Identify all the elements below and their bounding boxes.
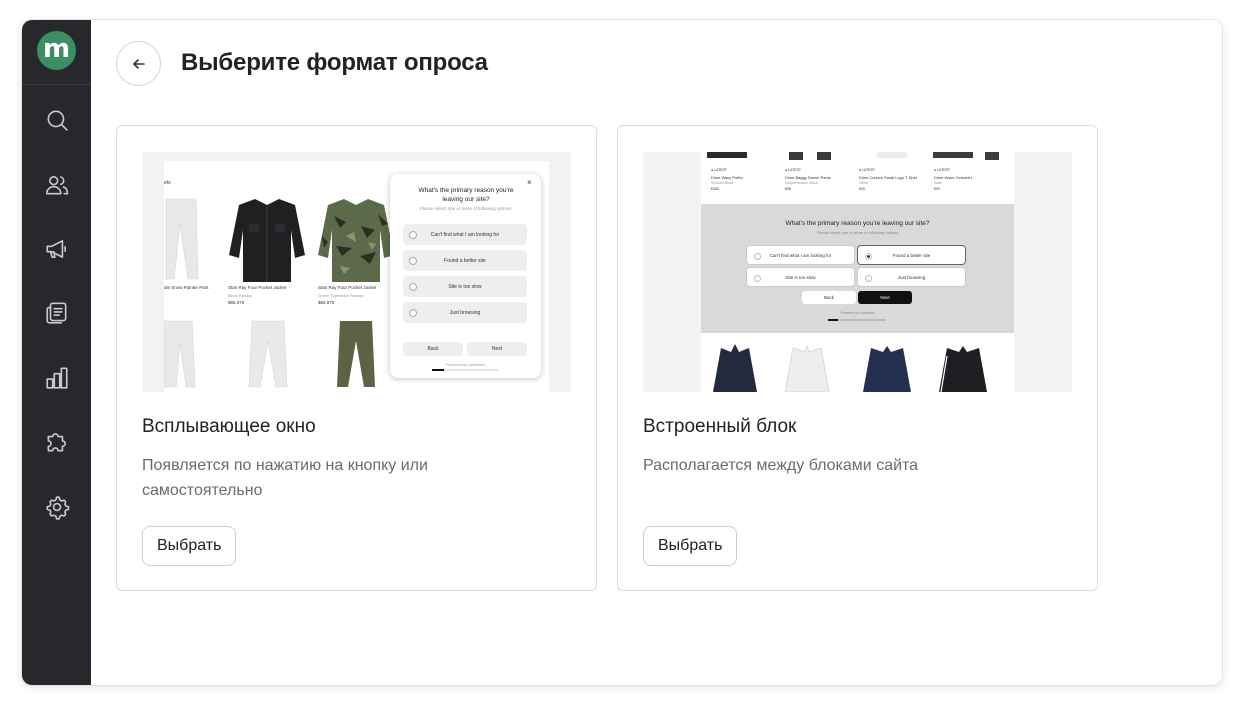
- preview-progress: [828, 319, 886, 321]
- preview-question: What's the primary reason you're leaving…: [418, 187, 514, 203]
- preview-text: €92: [934, 187, 940, 191]
- main-content: Выберите формат опроса ets ale Snow Pain…: [91, 20, 1222, 685]
- preview-popup-modal: × What's the primary reason you're leavi…: [390, 174, 541, 378]
- preview-powered: Powered by Unisdbox: [446, 362, 485, 367]
- card-title: Всплывающее окно: [142, 416, 316, 437]
- preview-text: Dime Baggy Denim Pants: [785, 175, 831, 180]
- preview-text: €265: [711, 187, 719, 191]
- preview-text: White: [859, 181, 868, 185]
- pants-image: [164, 320, 196, 388]
- preview-option: Can't find what I am looking for: [403, 224, 527, 245]
- card-description: Располагается между блоками сайта: [643, 457, 919, 474]
- preview-text: Stan Ray Four Pocket Jacket: [318, 285, 377, 290]
- preview-option: Found a better site: [857, 245, 966, 265]
- preview-progress: [432, 369, 498, 371]
- back-button[interactable]: [116, 41, 161, 86]
- preview-text: Stan Ray Four Pocket Jacket: [228, 285, 287, 290]
- preview-text: €98: [785, 187, 791, 191]
- app-logo[interactable]: m: [37, 31, 76, 70]
- close-icon: ×: [527, 178, 532, 187]
- users-icon[interactable]: [41, 169, 73, 201]
- preview-text: ● LATEST: [785, 168, 802, 172]
- card-description: Появляется по нажатию на кнопку или само…: [142, 457, 428, 499]
- preview-text: €39: [859, 187, 865, 191]
- preview-text: Smoked Black: [711, 181, 734, 185]
- preview-embedded-block: What's the primary reason you're leaving…: [701, 204, 1014, 333]
- preview-text: Indigo/medium Wash: [785, 181, 818, 185]
- arrow-left-icon: [132, 58, 145, 69]
- preview-next-button: Next: [858, 291, 912, 304]
- preview-option: Can't find what I am looking for: [746, 245, 855, 265]
- preview-question: What's the primary reason you're leaving…: [785, 220, 930, 227]
- sidebar-divider: [22, 84, 91, 85]
- preview-text: $65,075: [318, 300, 335, 305]
- black-jacket-image: [229, 199, 305, 282]
- preview-text: ● LATEST: [934, 168, 951, 172]
- select-embedded-button[interactable]: Выбрать: [643, 526, 738, 566]
- app-window: m Выберите формат опроса ets ale Snow Pa…: [22, 20, 1222, 685]
- olive-pants-image: [337, 321, 375, 387]
- preview-text: ets: [164, 180, 171, 186]
- preview-option: Just browsing: [857, 267, 966, 287]
- integrations-icon[interactable]: [41, 426, 73, 458]
- preview-back-button: Back: [802, 291, 856, 304]
- megaphone-icon[interactable]: [41, 233, 73, 265]
- preview-subtitle: Please select one or more of following o…: [816, 230, 899, 235]
- preview-text: Dime Wave Overshirt: [934, 175, 972, 180]
- surveys-icon[interactable]: [41, 297, 73, 329]
- embedded-preview-image: ● LATEST Dime Wavy Puffer Smoked Black €…: [643, 152, 1072, 392]
- preview-powered: Powered by Unisdbox: [840, 311, 875, 315]
- preview-text: $65,075: [228, 300, 245, 305]
- preview-text: ● LATEST: [711, 168, 728, 172]
- pants-image: [165, 198, 199, 280]
- preview-text: ● LATEST: [859, 168, 876, 172]
- page-title: Выберите формат опроса: [181, 49, 488, 76]
- preview-next-button: Next: [467, 342, 527, 356]
- search-icon[interactable]: [41, 104, 73, 136]
- jackets-row-image: [713, 344, 994, 392]
- preview-option: Site is too slow: [403, 276, 527, 297]
- preview-option: Found a better site: [403, 250, 527, 271]
- preview-back-button: Back: [403, 342, 463, 356]
- analytics-icon[interactable]: [41, 362, 73, 394]
- preview-text: Dime Cursive Small Logo T-Shirt: [859, 175, 917, 180]
- garments-row-image: [707, 152, 999, 160]
- preview-text: Dime Wavy Puffer: [711, 175, 744, 180]
- settings-icon[interactable]: [41, 491, 73, 523]
- preview-text: Green Tigerstripe Ripstop: [318, 293, 364, 298]
- popup-preview-image: ets ale Snow Painter Pant Stan Ray Four …: [142, 152, 571, 392]
- format-card-popup[interactable]: ets ale Snow Painter Pant Stan Ray Four …: [116, 125, 597, 591]
- pants-image: [248, 320, 288, 388]
- sidebar: m: [22, 20, 91, 685]
- preview-option: Just browsing: [403, 302, 527, 323]
- preview-text: Black Ripstop: [228, 293, 253, 298]
- preview-option: Site is too slow: [746, 267, 855, 287]
- preview-text: Slate: [934, 181, 942, 185]
- preview-text: ale Snow Painter Pant: [164, 285, 209, 290]
- preview-shop-page: ● LATEST Dime Wavy Puffer Smoked Black €…: [701, 152, 1014, 392]
- preview-subtitle: Please select one or more of following o…: [419, 206, 512, 211]
- camo-jacket-image: [318, 199, 394, 282]
- card-title: Встроенный блок: [643, 416, 797, 437]
- select-popup-button[interactable]: Выбрать: [142, 526, 237, 566]
- format-card-embedded[interactable]: ● LATEST Dime Wavy Puffer Smoked Black €…: [617, 125, 1098, 591]
